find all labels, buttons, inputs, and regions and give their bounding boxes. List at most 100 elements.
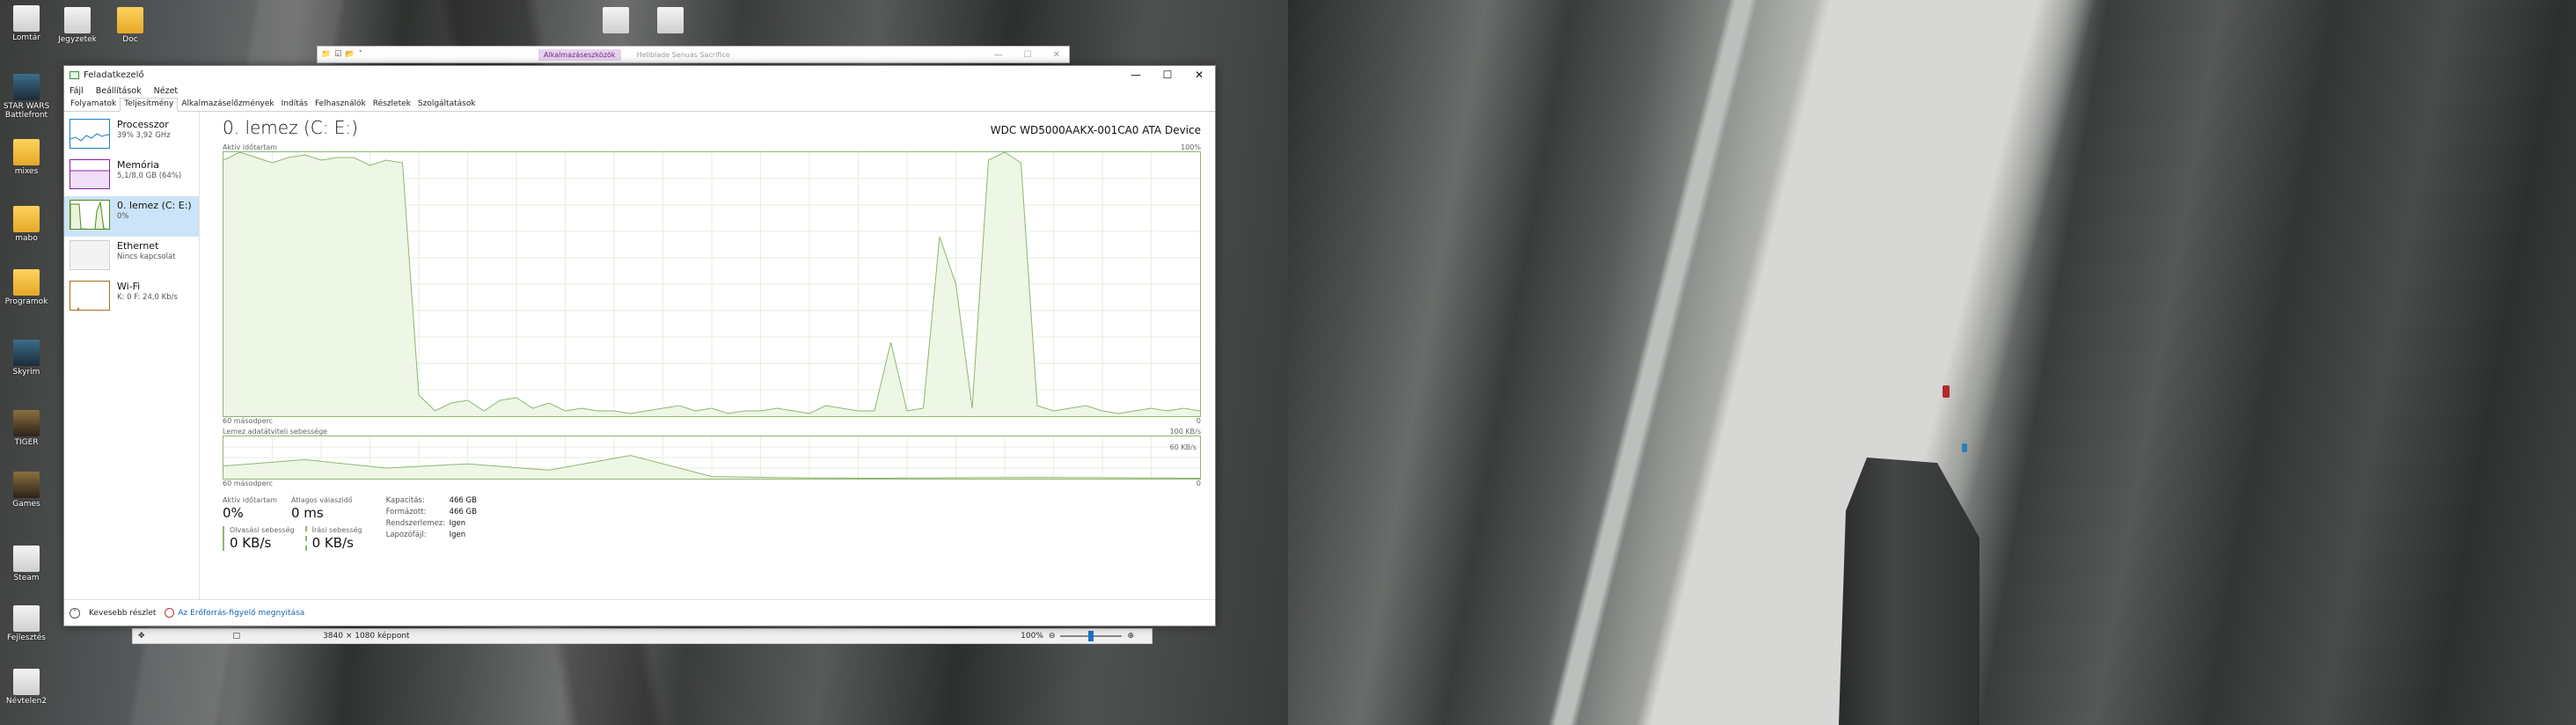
desktop-icon[interactable]: STAR WARS Battlefront (2, 74, 51, 120)
prop-value: Igen (449, 531, 466, 539)
tab-processes[interactable]: Folyamatok (67, 99, 120, 111)
desktop-icon-label: Lomtár (12, 33, 40, 42)
desktop-icon[interactable] (646, 7, 695, 35)
prop-value: Igen (449, 519, 466, 528)
wifi-mini-graph (70, 281, 110, 311)
memory-mini-graph (70, 159, 110, 189)
sidebar-item-label: Processzor (117, 119, 169, 130)
sidebar-item-disk[interactable]: 0. lemez (C: E:) 0% (64, 196, 199, 237)
chart1-time-label: 60 másodperc (223, 417, 274, 425)
chevron-down-icon[interactable]: ˅ (359, 50, 363, 59)
write-speed-value: 0 KB/s (311, 535, 354, 551)
zoom-slider-thumb[interactable] (1088, 631, 1094, 641)
chart1-max-label: 100% (1181, 143, 1201, 151)
desktop-icon-label: mixes (14, 167, 39, 176)
cpu-mini-graph (70, 119, 110, 149)
desktop-icon[interactable]: Névtelen2 (2, 669, 51, 706)
sidebar-item-wifi[interactable]: Wi-Fi K: 0 F: 24,0 Kb/s (64, 277, 199, 318)
sidebar-item-cpu[interactable]: Processzor 39% 3,92 GHz (64, 115, 199, 156)
active-time-chart (223, 152, 1200, 416)
tab-users[interactable]: Felhasználók (311, 99, 370, 111)
maximize-icon[interactable]: ☐ (1024, 50, 1032, 60)
resource-sidebar: Processzor 39% 3,92 GHz Memória 5,1/8,0 GB… (64, 112, 200, 599)
desktop-icon[interactable]: mixes (2, 139, 51, 176)
tab-performance[interactable]: Teljesítmény (120, 98, 179, 112)
tab-startup[interactable]: Indítás (278, 99, 311, 111)
close-button[interactable]: ✕ (1183, 69, 1215, 81)
active-time-graph (223, 151, 1201, 417)
shortcut-icon (13, 410, 40, 436)
sidebar-item-label: Wi-Fi (117, 281, 141, 292)
prop-value: 466 GB (449, 496, 477, 505)
checkbox-icon[interactable]: ☑ (334, 50, 341, 59)
maximize-button[interactable]: ☐ (1152, 69, 1183, 81)
image-dimensions: 3840 × 1080 képpont (323, 632, 410, 641)
open-resource-monitor-link[interactable]: Az Erőforrás-figyelő megnyitása (165, 608, 304, 618)
zoom-control: 100% ⊖ ⊕ (1021, 631, 1152, 641)
desktop-icon[interactable]: mabo (2, 206, 51, 243)
folder-icon (13, 269, 40, 296)
desktop-icon[interactable] (591, 7, 640, 35)
chevron-up-icon[interactable]: ˄ (70, 607, 80, 619)
move-icon: ✥ (138, 632, 145, 641)
sidebar-item-sub: K: 0 F: 24,0 Kb/s (117, 293, 178, 302)
desktop-icon[interactable]: Doc (106, 7, 155, 44)
folder-icon[interactable]: 📁 (321, 50, 331, 59)
task-manager-titlebar[interactable]: Feladatkezelő — ☐ ✕ (64, 66, 1215, 84)
chart1-label: Aktív időtartam (223, 143, 278, 151)
minimize-icon[interactable]: — (994, 50, 1003, 60)
desktop-icon[interactable]: Jegyzetek (53, 7, 102, 44)
zoom-in-icon[interactable]: ⊕ (1127, 632, 1134, 641)
sidebar-item-memory[interactable]: Memória 5,1/8,0 GB (64%) (64, 156, 199, 196)
tab-app-history[interactable]: Alkalmazáselőzmények (178, 99, 277, 111)
zoom-slider[interactable] (1060, 631, 1123, 641)
desktop-icon[interactable]: Steam (2, 546, 51, 582)
context-tab[interactable]: Alkalmazáseszközök (538, 48, 621, 61)
ethernet-mini-graph (70, 240, 110, 270)
desktop-icon-label: Games (12, 500, 40, 509)
desktop-icon[interactable]: Fejlesztés (2, 605, 51, 642)
desktop-icon-label: Fejlesztés (7, 633, 46, 642)
quick-access-toolbar: 📁 ☑ 📂 ˅ (318, 50, 362, 59)
chart2-min-label: 0 (1196, 480, 1201, 487)
explorer-statusbar: ✥ □ 3840 × 1080 képpont 100% ⊖ ⊕ (132, 628, 1153, 644)
prop-key: Kapacitás: (385, 496, 425, 505)
sidebar-item-ethernet[interactable]: Ethernet Nincs kapcsolat (64, 237, 199, 277)
folder-icon[interactable]: 📂 (345, 50, 355, 59)
explorer-titlebar[interactable]: 📁 ☑ 📂 ˅ Alkalmazáseszközök Hellblade Sen… (317, 46, 1070, 63)
desktop-icon[interactable]: Lomtár (2, 5, 51, 42)
chart2-scale-label: 60 KB/s (1169, 443, 1197, 451)
menu-view[interactable]: Nézet (154, 86, 179, 96)
close-icon[interactable]: ✕ (1053, 50, 1060, 60)
disk-properties: Kapacitás: 466 GB Formázott: 466 GB Rendsz… (386, 496, 477, 551)
zoom-out-icon[interactable]: ⊖ (1049, 632, 1056, 641)
minimize-button[interactable]: — (1120, 69, 1152, 81)
task-manager-window: Feladatkezelő — ☐ ✕ Fájl Beállítások Néz… (63, 65, 1216, 626)
desktop-icon[interactable]: Games (2, 472, 51, 509)
tab-services[interactable]: Szolgáltatások (414, 99, 479, 111)
desktop-icon[interactable]: TIGER (2, 410, 51, 447)
fewer-details-link[interactable]: Kevesebb részlet (89, 609, 156, 618)
desktop-icon-label: STAR WARS Battlefront (3, 102, 50, 120)
selection-icon: □ (232, 632, 241, 641)
prop-key: Formázott: (385, 508, 427, 516)
tab-details[interactable]: Részletek (370, 99, 414, 111)
chart2-time-label: 60 másodperc (223, 480, 274, 487)
explorer-window-controls: — ☐ ✕ (994, 50, 1069, 60)
menu-file[interactable]: Fájl (70, 86, 84, 96)
menu-options[interactable]: Beállítások (96, 86, 142, 96)
task-manager-icon (70, 70, 79, 79)
document-icon (64, 7, 91, 33)
desktop-icon-label: Steam (13, 574, 40, 582)
shortcut-icon (13, 340, 40, 366)
desktop-icon[interactable]: Skyrim (2, 340, 51, 377)
desktop-icon[interactable]: Programok (2, 269, 51, 306)
avg-response-label: Átlagos válaszidő (291, 496, 353, 504)
desktop-icon-label: Skyrim (12, 368, 40, 377)
prop-key: Rendszerlemez: (385, 519, 446, 528)
wallpaper-climber (1943, 385, 1950, 398)
shortcut-icon (13, 5, 40, 32)
desktop-icon-label: Programok (4, 297, 48, 306)
transfer-rate-chart (223, 436, 1200, 479)
desktop-icon-label: mabo (15, 234, 38, 243)
